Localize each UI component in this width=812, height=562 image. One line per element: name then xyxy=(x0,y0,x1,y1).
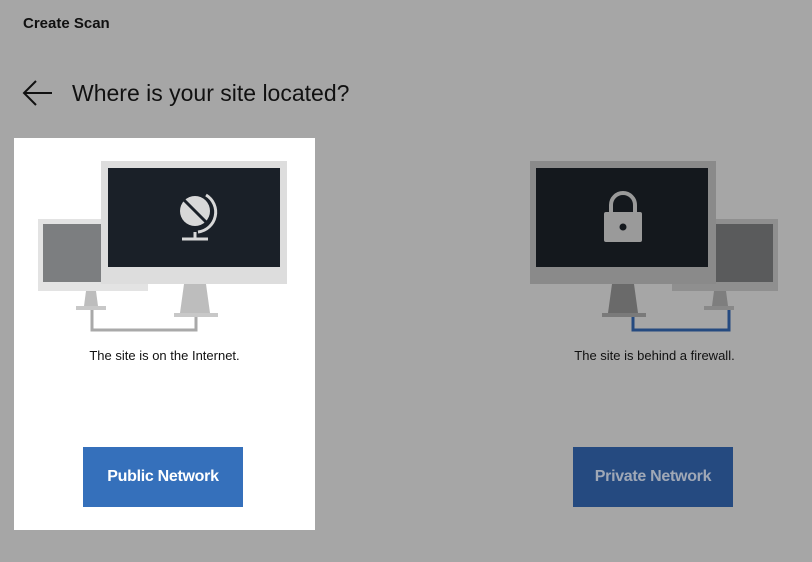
back-button[interactable] xyxy=(22,78,56,108)
lock-icon xyxy=(604,191,642,242)
public-network-button[interactable]: Public Network xyxy=(83,447,243,507)
title-row: Where is your site located? xyxy=(22,78,349,108)
private-caption: The site is behind a firewall. xyxy=(574,348,735,363)
public-network-card[interactable]: The site is on the Internet. Public Netw… xyxy=(14,138,315,530)
private-network-button[interactable]: Private Network xyxy=(573,447,733,507)
private-monitors-illustration xyxy=(530,161,778,332)
header-title: Create Scan xyxy=(23,15,110,32)
public-caption: The site is on the Internet. xyxy=(89,348,240,363)
arrow-left-icon xyxy=(22,80,52,106)
globe-icon xyxy=(180,193,218,241)
private-network-card[interactable]: The site is behind a firewall. Private N… xyxy=(504,138,805,530)
public-monitors-illustration xyxy=(38,161,287,332)
page-title: Where is your site located? xyxy=(72,79,350,106)
